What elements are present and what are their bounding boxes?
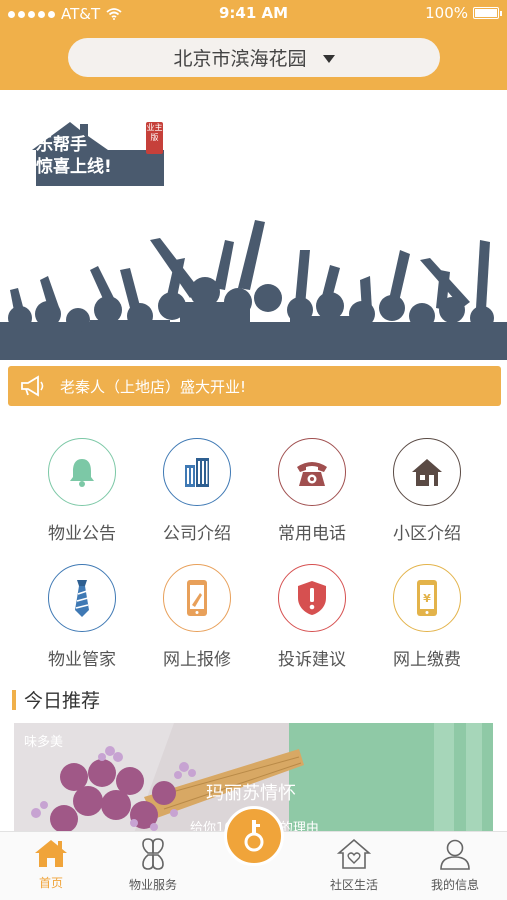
bell-icon: [70, 459, 94, 487]
location-label: 北京市滨海花园: [173, 48, 307, 70]
notice-text: 老秦人（上地店）盛大开业!: [60, 377, 247, 396]
grid-item-property-steward[interactable]: 物业管家: [24, 564, 140, 670]
logo-stamp: 业主版: [146, 122, 163, 154]
logo-text: 乐帮手 惊喜上线!: [36, 134, 112, 178]
tab-property-service[interactable]: 物业服务: [108, 838, 198, 893]
tab-label: 社区生活: [329, 878, 378, 892]
tab-key-button[interactable]: [224, 806, 284, 866]
grid-icon-circle: ¥: [393, 564, 461, 632]
logo-line-1: 乐帮手: [36, 135, 87, 155]
grid-label: 投诉建议: [278, 650, 346, 670]
tie-icon: [75, 580, 89, 617]
grid-label: 小区介绍: [393, 524, 461, 544]
battery-icon: [473, 7, 502, 19]
crowd-silhouette: [0, 220, 507, 360]
grid-icon-circle: [393, 438, 461, 506]
key-icon: [244, 820, 264, 852]
tab-community-life[interactable]: 社区生活: [309, 838, 399, 893]
building-icon: [185, 458, 209, 487]
grid-item-company-intro[interactable]: 公司介绍: [139, 438, 255, 544]
house-heart-icon: [336, 838, 372, 869]
grid-label: 物业管家: [48, 650, 116, 670]
section-title-recommend: 今日推荐: [12, 686, 100, 713]
person-icon: [440, 839, 470, 870]
house-icon: [412, 459, 442, 486]
grid-item-complaints[interactable]: 投诉建议: [254, 564, 370, 670]
shield-alert-icon: [298, 581, 326, 615]
tab-label: 首页: [38, 876, 63, 890]
recommend-title: 玛丽苏情怀: [206, 783, 296, 804]
grid-label: 物业公告: [48, 524, 116, 544]
grid-item-community-intro[interactable]: 小区介绍: [369, 438, 485, 544]
tab-my-info[interactable]: 我的信息: [410, 838, 500, 893]
grid-icon-circle: [48, 564, 116, 632]
location-selector[interactable]: 北京市滨海花园: [68, 38, 440, 77]
home-icon: [35, 840, 67, 867]
grid-item-online-payment[interactable]: ¥ 网上缴费: [369, 564, 485, 670]
tab-label: 我的信息: [430, 878, 479, 892]
header: AT&T 9:41 AM 100% 北京市滨海花园: [0, 0, 507, 90]
grid-icon-circle: [163, 564, 231, 632]
battery-label: 100%: [425, 4, 468, 22]
grid-item-property-notice[interactable]: 物业公告: [24, 438, 140, 544]
tab-bar: 首页 物业服务 社区生活 我的信息: [0, 806, 507, 900]
grid-item-common-phones[interactable]: 常用电话: [254, 438, 370, 544]
chevron-down-icon: [322, 55, 335, 63]
section-accent-bar: [12, 689, 16, 710]
grid-label: 网上报修: [163, 650, 231, 670]
grid-icon-circle: [278, 564, 346, 632]
tab-label: 物业服务: [128, 878, 177, 892]
tab-home[interactable]: 首页: [6, 838, 96, 891]
megaphone-icon: [21, 375, 44, 397]
svg-text:¥: ¥: [423, 592, 431, 605]
clover-icon: [142, 838, 164, 870]
phone-payment-icon: ¥: [417, 580, 437, 616]
grid-label: 公司介绍: [163, 524, 231, 544]
recommend-brand: 味多美: [24, 735, 64, 750]
section-title-text: 今日推荐: [24, 690, 101, 712]
logo-line-2: 惊喜上线!: [36, 157, 112, 177]
grid-label: 网上缴费: [393, 650, 461, 670]
grid-item-online-repair[interactable]: 网上报修: [139, 564, 255, 670]
grid-icon-circle: [163, 438, 231, 506]
telephone-icon: [297, 462, 327, 486]
banner[interactable]: 乐帮手 惊喜上线! 业主版 老秦人（上地店）盛大开业!: [0, 90, 507, 412]
grid-icon-circle: [278, 438, 346, 506]
grid-icon-circle: [48, 438, 116, 506]
phone-repair-icon: [187, 580, 207, 616]
battery-status: 100%: [425, 4, 502, 22]
status-bar: AT&T 9:41 AM 100%: [0, 0, 507, 28]
grid-label: 常用电话: [278, 524, 346, 544]
notice-bar[interactable]: 老秦人（上地店）盛大开业!: [8, 366, 501, 406]
